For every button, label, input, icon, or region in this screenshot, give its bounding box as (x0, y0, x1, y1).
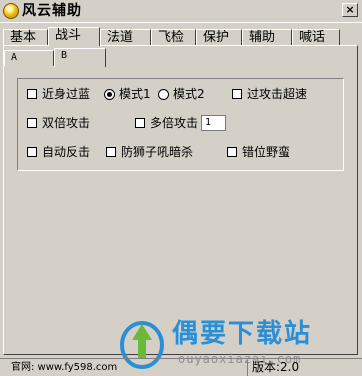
double-attack-checkbox[interactable]: 双倍攻击 (27, 116, 90, 130)
misplace-barbarian-checkbox[interactable]: 错位野蛮 (227, 145, 290, 159)
checkbox-box[interactable] (27, 89, 37, 99)
app-icon (3, 3, 19, 19)
tab-shout[interactable]: 喊话 (292, 29, 340, 45)
misplace-barbarian-label: 错位野蛮 (242, 145, 291, 159)
status-version: 版本:2.0 (252, 360, 300, 374)
auto-counter-checkbox[interactable]: 自动反击 (27, 145, 90, 159)
multi-attack-input[interactable]: 1 (201, 115, 227, 131)
tab-spells[interactable]: 法道 (100, 29, 151, 45)
mode2-label: 模式2 (173, 87, 205, 101)
checkbox-box[interactable] (106, 147, 116, 157)
subtab-b[interactable]: B (54, 48, 106, 67)
status-site: 官网: www.fy598.com (3, 360, 248, 376)
checkbox-box[interactable] (227, 147, 237, 157)
checkbox-box[interactable] (232, 89, 242, 99)
main-tab-strip: 基本 战斗 法道 飞检 保护 辅助 喊话 (3, 27, 359, 46)
subtab-a[interactable]: A (4, 50, 54, 66)
tab-assist[interactable]: 辅助 (242, 29, 292, 45)
radio-selected[interactable] (104, 88, 115, 100)
auto-counter-label: 自动反击 (42, 145, 91, 159)
multi-attack-label: 多倍攻击 (150, 116, 199, 130)
checkbox-box[interactable] (27, 118, 37, 128)
close-button[interactable]: × (342, 3, 358, 17)
title-bar: 风云辅助 × (0, 0, 362, 23)
radio-unselected[interactable] (158, 88, 169, 100)
attack-speed-checkbox[interactable]: 过攻击超速 (232, 87, 307, 101)
checkbox-box[interactable] (27, 147, 37, 157)
window-title: 风云辅助 (22, 3, 82, 19)
attack-speed-label: 过攻击超速 (247, 87, 308, 101)
near-blue-checkbox[interactable]: 近身过蓝 (27, 87, 90, 101)
mode2-radio[interactable]: 模式2 (158, 87, 205, 101)
lion-roar-label: 防狮子吼暗杀 (121, 145, 194, 159)
near-blue-label: 近身过蓝 (42, 87, 91, 101)
tab-combat[interactable]: 战斗 (48, 27, 100, 46)
mode1-label: 模式1 (119, 87, 151, 101)
double-attack-label: 双倍攻击 (42, 116, 91, 130)
mode1-radio[interactable]: 模式1 (104, 87, 151, 101)
tab-basic[interactable]: 基本 (3, 29, 48, 45)
lion-roar-checkbox[interactable]: 防狮子吼暗杀 (106, 145, 193, 159)
checkbox-box[interactable] (135, 118, 145, 128)
status-bar: 官网: www.fy598.com 版本:2.0 (0, 358, 362, 376)
tab-protect[interactable]: 保护 (196, 29, 242, 45)
tab-fly-check[interactable]: 飞检 (151, 29, 196, 45)
multi-attack-checkbox[interactable]: 多倍攻击 1 (135, 115, 227, 131)
